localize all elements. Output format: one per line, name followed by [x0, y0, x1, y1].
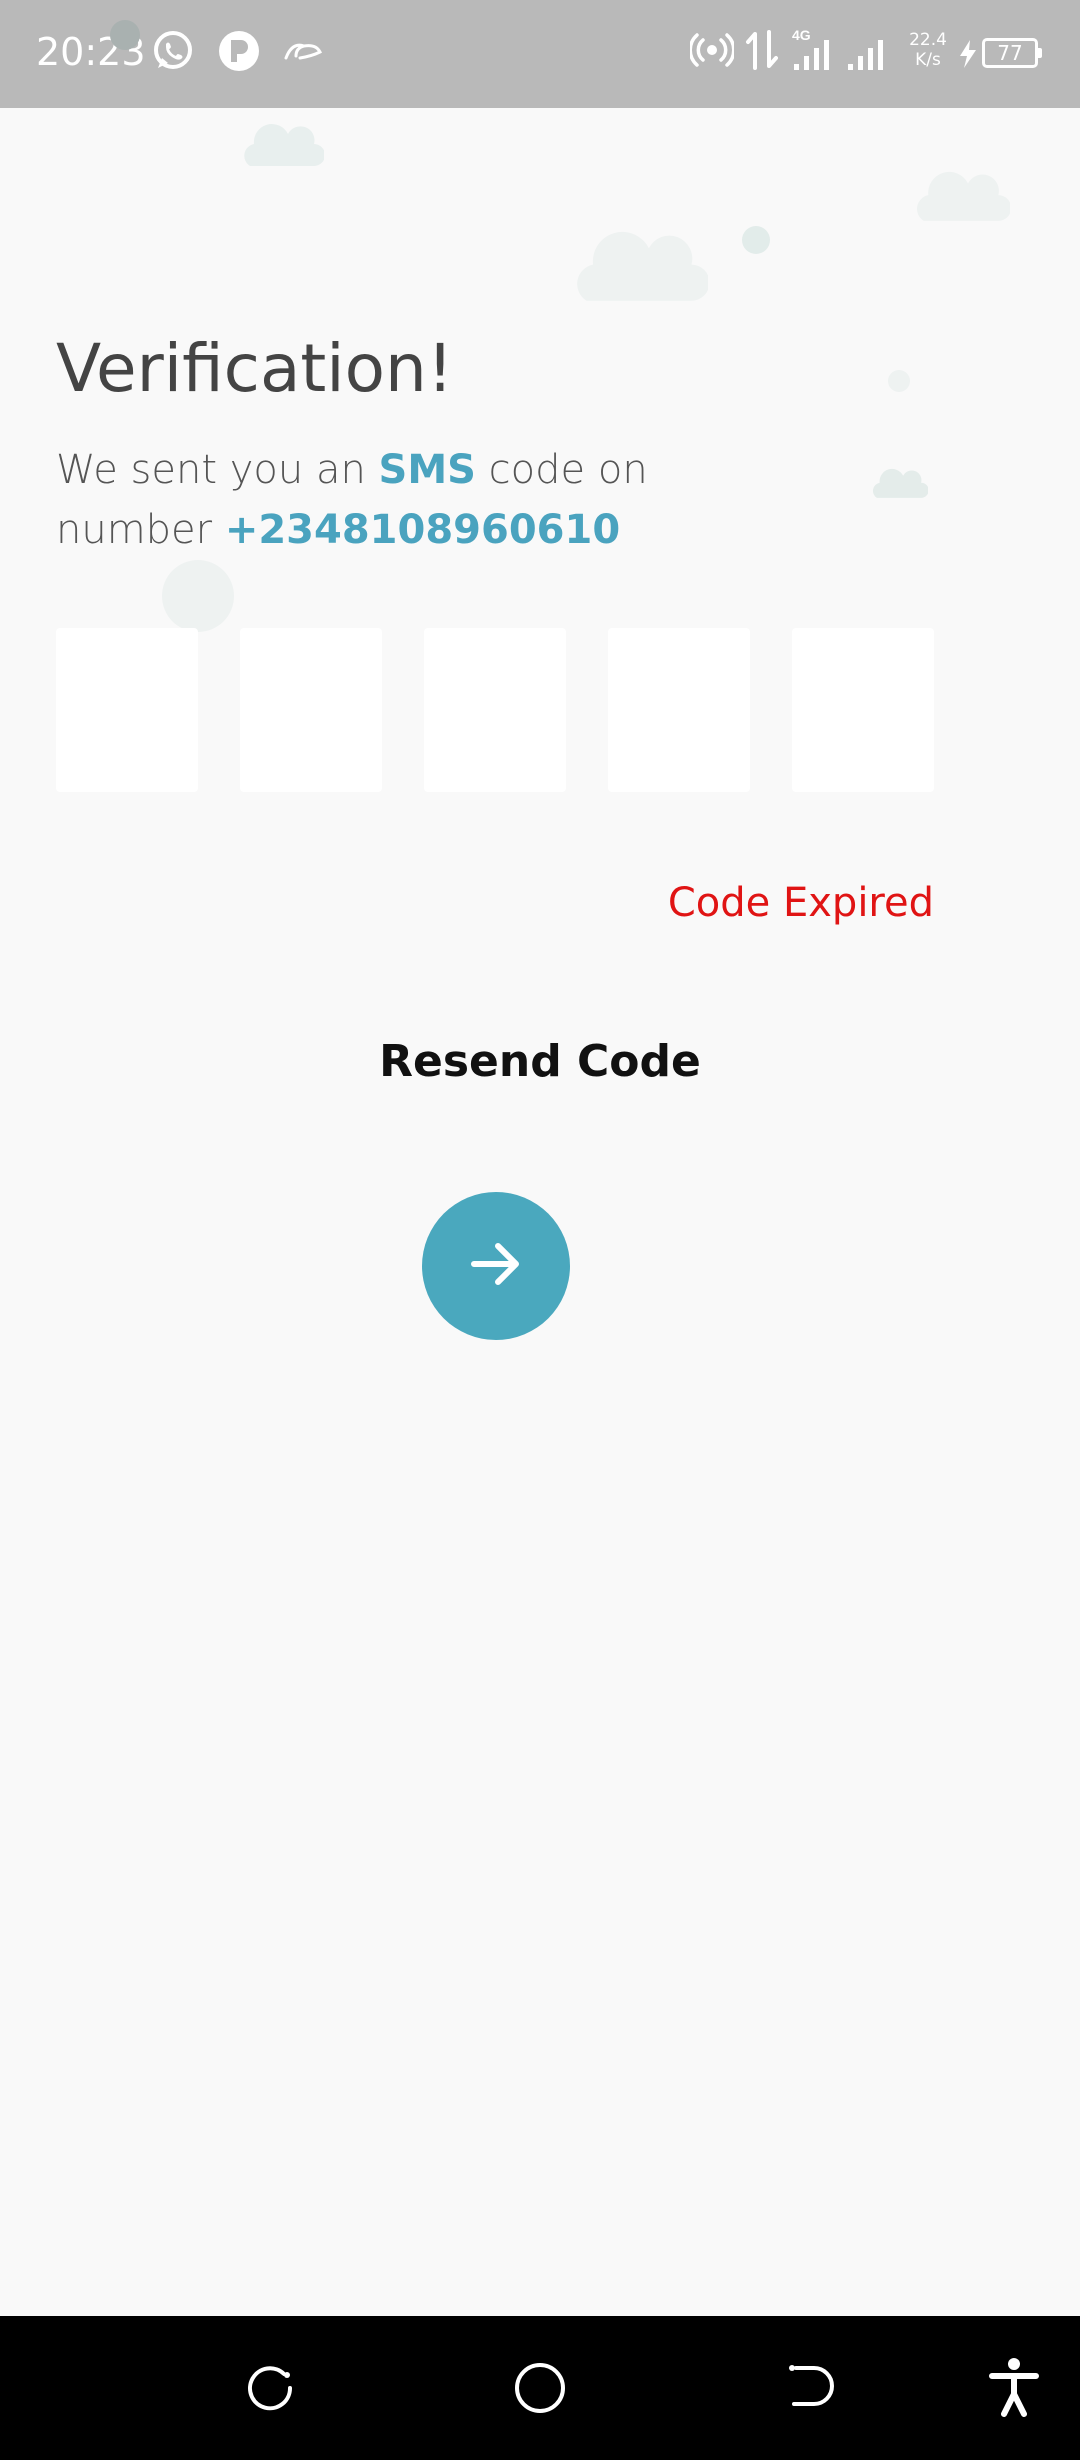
bubble-decoration: [162, 560, 234, 632]
code-digit-input-1[interactable]: [56, 628, 198, 792]
charging-icon: [956, 38, 980, 74]
network-type-label: 4G: [792, 27, 811, 43]
subtitle-text: We sent you an: [56, 447, 379, 493]
status-bar: 20:23 4G 22.4 K/s 77: [0, 0, 1080, 108]
network-speed-value: 22.4: [909, 30, 947, 50]
cloud-icon: [870, 464, 929, 504]
home-button[interactable]: [504, 2352, 576, 2424]
network-speed-unit: K/s: [915, 50, 941, 70]
hotspot-icon: [688, 28, 736, 76]
whatsapp-icon: [150, 28, 196, 78]
back-button[interactable]: [772, 2352, 844, 2424]
app-notification-icon: [216, 28, 262, 78]
code-digit-input-4[interactable]: [608, 628, 750, 792]
bubble-decoration: [888, 370, 910, 392]
navigation-bar: [0, 2316, 1080, 2460]
data-transfer-icon: [744, 28, 780, 76]
bubble-decoration: [742, 226, 770, 254]
cloud-icon: [240, 118, 325, 172]
bubble-decoration: [110, 20, 140, 50]
battery-indicator: 77: [982, 38, 1042, 68]
phone-number: +2348108960610: [224, 507, 621, 553]
code-digit-input-2[interactable]: [240, 628, 382, 792]
cloud-icon: [570, 222, 710, 308]
sync-icon: [280, 28, 326, 78]
arrow-right-icon: [466, 1234, 526, 1298]
verification-subtitle: We sent you an SMS code on number +23481…: [56, 440, 756, 560]
signal-4g-icon: 4G: [790, 26, 854, 78]
recent-apps-button[interactable]: [234, 2352, 306, 2424]
signal-strength-icon: [846, 26, 894, 78]
network-speed: 22.4 K/s: [900, 30, 956, 70]
code-status-message: Code Expired: [667, 880, 934, 926]
page-title: Verification!: [56, 330, 454, 407]
code-digit-input-5[interactable]: [792, 628, 934, 792]
sms-highlight: SMS: [378, 447, 476, 493]
code-digit-input-3[interactable]: [424, 628, 566, 792]
accessibility-button[interactable]: [978, 2352, 1050, 2424]
cloud-icon: [912, 164, 1012, 228]
resend-code-button[interactable]: Resend Code: [0, 1036, 1080, 1087]
submit-button[interactable]: [422, 1192, 570, 1340]
